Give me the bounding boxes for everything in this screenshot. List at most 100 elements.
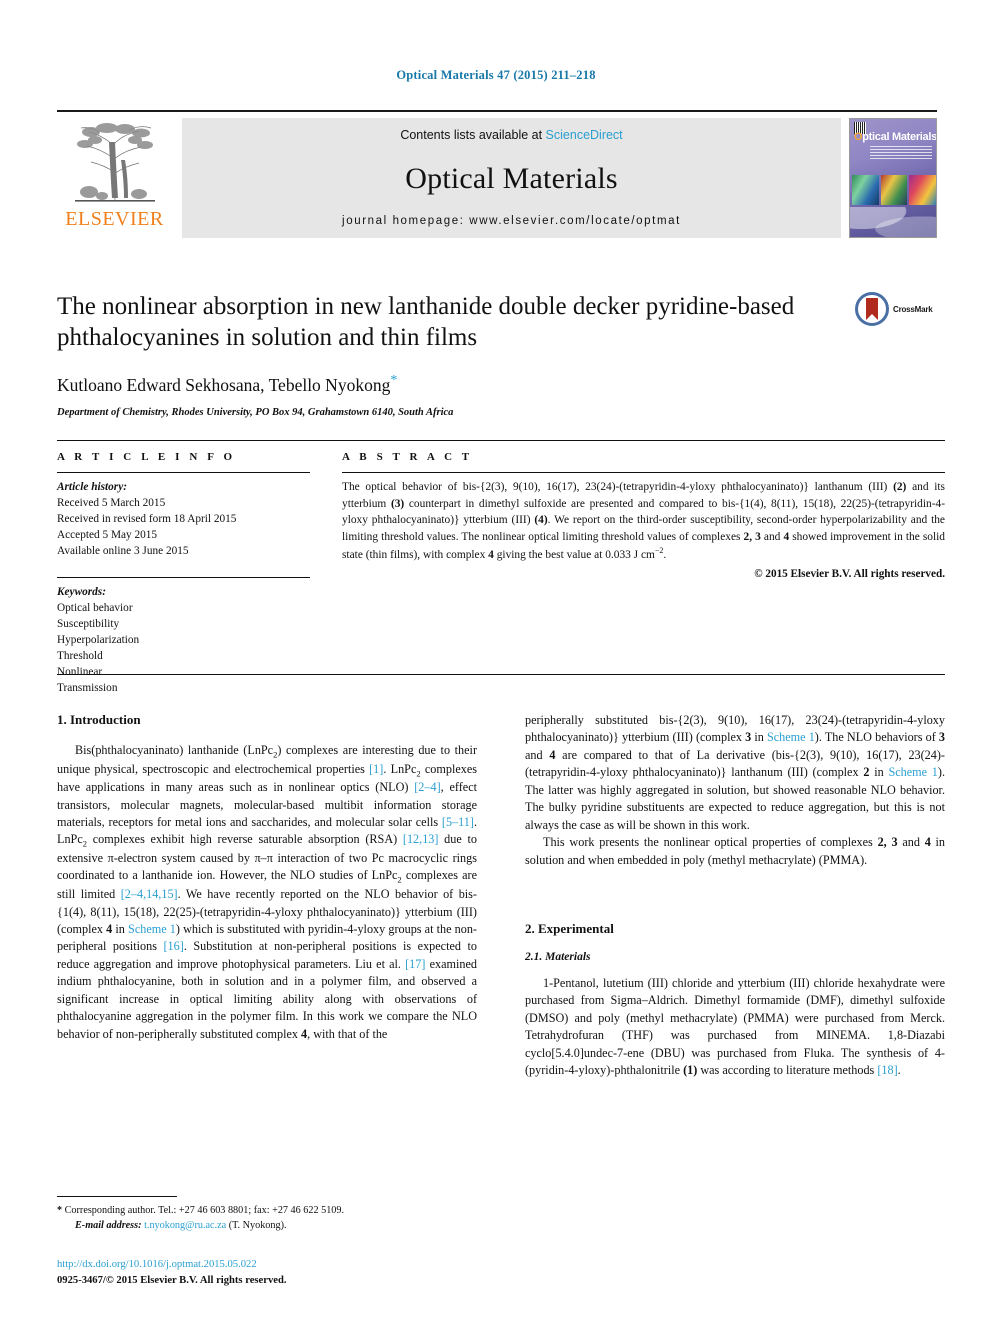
section-heading-experimental: 2. Experimental: [525, 920, 614, 936]
article-history: Article history: Received 5 March 2015 R…: [57, 479, 310, 559]
text-seg: 1-Pentanol, lutetium (III) chloride and …: [525, 975, 945, 1078]
email-suffix: (T. Nyokong).: [226, 1219, 287, 1231]
text-seg: Bis(phthalocyaninato) lanthanide (LnPc: [75, 743, 274, 757]
text-seg: ). The NLO behaviors of: [814, 730, 939, 745]
complex-ref: 2, 3: [877, 835, 898, 850]
divider: [57, 577, 310, 579]
keywords-block: Keywords: Optical behavior Susceptibilit…: [57, 577, 310, 696]
abstract-seg: giving the best value at 0.033 J cm: [493, 548, 655, 561]
cover-title: Optical Materials: [854, 131, 937, 143]
affiliation: Department of Chemistry, Rhodes Universi…: [57, 406, 454, 418]
article-info-column: A R T I C L E I N F O Article history: R…: [57, 451, 310, 696]
author-names: Kutloano Edward Sekhosana, Tebello Nyoko…: [57, 374, 391, 395]
body-columns: 1. Introduction Bis(phthalocyaninato) la…: [57, 712, 945, 1257]
doi-link[interactable]: http://dx.doi.org/10.1016/j.optmat.2015.…: [57, 1257, 477, 1273]
info-abstract-block: A R T I C L E I N F O Article history: R…: [57, 440, 945, 694]
citation-link[interactable]: [5–11]: [442, 815, 474, 829]
abstract-text: The optical behavior of bis-{2(3), 9(10)…: [342, 479, 945, 563]
complex-ref: 3: [938, 730, 946, 745]
elsevier-logo: ELSEVIER: [57, 118, 172, 238]
abstract-heading: A B S T R A C T: [342, 451, 473, 463]
article-info-heading: A R T I C L E I N F O: [57, 451, 236, 463]
journal-name: Optical Materials: [405, 161, 618, 195]
divider: [57, 472, 310, 473]
keywords-label: Keywords:: [57, 586, 106, 599]
footnote-email: E-mail address: t.nyokong@ru.ac.za (T. N…: [57, 1219, 477, 1234]
cover-wave-graphic: [850, 207, 936, 237]
journal-homepage[interactable]: journal homepage: www.elsevier.com/locat…: [342, 215, 681, 227]
text-seg: complexes exhibit high reverse saturable…: [86, 832, 403, 847]
intro-final-paragraph: This work presents the nonlinear optical…: [525, 834, 945, 869]
abstract-complex-ref: 2, 3: [743, 530, 761, 543]
history-item: Received 5 March 2015: [57, 497, 166, 510]
body-column-right: peripherally substituted bis-{2(3), 9(10…: [525, 712, 945, 1080]
scheme-link[interactable]: Scheme 1: [888, 765, 937, 779]
cover-title-rest: ptical Materials: [862, 131, 937, 143]
keyword-item: Threshold: [57, 650, 103, 663]
contents-line: Contents lists available at ScienceDirec…: [400, 128, 622, 142]
imprint-block: http://dx.doi.org/10.1016/j.optmat.2015.…: [57, 1257, 477, 1289]
abstract-copyright: © 2015 Elsevier B.V. All rights reserved…: [754, 568, 945, 581]
abstract-seg: .: [663, 548, 667, 561]
body-column-left: 1. Introduction Bis(phthalocyaninato) la…: [57, 712, 477, 1043]
paper-page: Optical Materials 47 (2015) 211–218 ELSE…: [0, 0, 992, 1323]
section-heading-introduction: 1. Introduction: [57, 712, 141, 727]
materials-paragraph: 1-Pentanol, lutetium (III) chloride and …: [525, 975, 945, 1080]
keyword-item: Nonlinear: [57, 666, 103, 679]
citation-link[interactable]: [16]: [164, 939, 184, 953]
abstract-seg: The optical behavior of bis-{2(3), 9(10)…: [342, 481, 894, 493]
elsevier-wordmark: ELSEVIER: [65, 208, 164, 230]
email-link[interactable]: t.nyokong@ru.ac.za: [144, 1220, 226, 1231]
citation-link[interactable]: [1]: [369, 762, 383, 776]
text-seg: in: [112, 921, 129, 936]
text-seg: .: [897, 1063, 901, 1078]
corresponding-author-footnote: * Corresponding author. Tel.: +27 46 603…: [57, 1196, 477, 1234]
citation-link[interactable]: [18]: [877, 1063, 897, 1077]
page-title: The nonlinear absorption in new lanthani…: [57, 293, 795, 351]
corresponding-author-marker: *: [390, 373, 398, 388]
history-item: Received in revised form 18 April 2015: [57, 513, 237, 526]
keyword-item: Transmission: [57, 682, 118, 695]
keyword-item: Hyperpolarization: [57, 634, 140, 647]
abstract-seg: and: [760, 530, 784, 543]
citation-link[interactable]: [2–4]: [414, 780, 440, 794]
citation-link[interactable]: [2–4,14,15]: [121, 887, 178, 901]
text-seg: . LnPc: [383, 761, 417, 776]
citation-link[interactable]: [17]: [405, 957, 425, 971]
text-seg: and: [525, 747, 550, 762]
sciencedirect-link[interactable]: ScienceDirect: [546, 128, 623, 142]
intro-continuation-paragraph: peripherally substituted bis-{2(3), 9(10…: [525, 712, 945, 834]
issn-copyright: 0925-3467/© 2015 Elsevier B.V. All right…: [57, 1274, 287, 1286]
divider: [342, 472, 945, 473]
footnote-text: Corresponding author. Tel.: +27 46 603 8…: [62, 1205, 345, 1216]
text-seg: , with that of the: [307, 1026, 388, 1041]
abstract-complex-ref: (4): [534, 514, 548, 527]
scheme-link[interactable]: Scheme 1: [128, 922, 176, 936]
crossmark-label: CrossMark: [893, 304, 933, 314]
crossmark-badge[interactable]: CrossMark: [855, 289, 945, 329]
footnote-corresponding: * Corresponding author. Tel.: +27 46 603…: [57, 1204, 477, 1219]
text-seg: and: [897, 835, 925, 850]
cover-image-strip: [852, 175, 936, 205]
history-item: Available online 3 June 2015: [57, 545, 189, 558]
journal-band: Contents lists available at ScienceDirec…: [182, 118, 841, 238]
contents-prefix: Contents lists available at: [400, 128, 546, 142]
citation-link[interactable]: [12,13]: [403, 832, 439, 846]
complex-ref: (1): [683, 1063, 698, 1078]
abstract-column: A B S T R A C T The optical behavior of …: [342, 451, 945, 580]
keyword-item: Optical behavior: [57, 602, 133, 615]
email-label: E-mail address:: [75, 1219, 142, 1231]
title-block: The nonlinear absorption in new lanthani…: [57, 292, 847, 418]
article-history-label: Article history:: [57, 481, 127, 493]
text-seg: in: [751, 730, 767, 745]
footnote-divider: [57, 1196, 177, 1197]
text-seg: in: [869, 765, 889, 780]
text-seg: was according to literature methods: [697, 1063, 878, 1078]
author-list: Kutloano Edward Sekhosana, Tebello Nyoko…: [57, 373, 847, 396]
scheme-link[interactable]: Scheme 1: [767, 730, 815, 744]
intro-paragraph: Bis(phthalocyaninato) lanthanide (LnPc2)…: [57, 742, 477, 1043]
abstract-complex-ref: (2): [893, 481, 907, 493]
journal-cover-thumbnail[interactable]: Optical Materials: [849, 118, 937, 238]
elsevier-tree-icon: [69, 120, 161, 208]
